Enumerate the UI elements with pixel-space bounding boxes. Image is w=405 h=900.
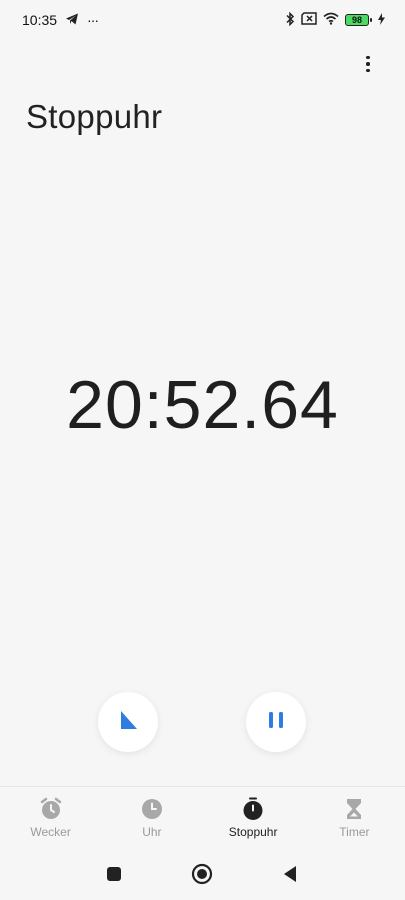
- tab-stoppuhr[interactable]: Stoppuhr: [203, 787, 304, 848]
- tab-uhr[interactable]: Uhr: [101, 787, 202, 848]
- back-button[interactable]: [276, 862, 304, 890]
- charging-icon: [378, 12, 385, 28]
- pause-button[interactable]: [246, 692, 306, 752]
- tab-label: Stoppuhr: [228, 825, 278, 839]
- status-bar: 10:35 ··· 98: [0, 0, 405, 40]
- tab-wecker[interactable]: Wecker: [0, 787, 101, 848]
- back-icon: [282, 865, 298, 888]
- telegram-icon: [65, 12, 79, 28]
- tab-timer[interactable]: Timer: [304, 787, 405, 848]
- home-icon: [191, 863, 213, 890]
- tab-label: Timer: [339, 825, 370, 839]
- lap-button[interactable]: [98, 692, 158, 752]
- home-button[interactable]: [188, 862, 216, 890]
- battery-icon: 98: [345, 14, 372, 26]
- flag-icon: [117, 709, 139, 736]
- stopwatch-time-display: 20:52.64: [66, 367, 339, 443]
- wifi-icon: [323, 12, 339, 28]
- sim-missing-icon: [301, 12, 317, 28]
- tab-label: Uhr: [142, 825, 162, 839]
- more-vert-icon[interactable]: [357, 52, 379, 76]
- page-title: Stoppuhr: [26, 98, 163, 135]
- tab-label: Wecker: [30, 825, 71, 839]
- recent-apps-button[interactable]: [100, 862, 128, 890]
- hourglass-icon: [341, 796, 367, 822]
- status-time: 10:35: [22, 12, 58, 28]
- stopwatch-icon: [240, 796, 266, 822]
- recent-apps-icon: [106, 866, 122, 887]
- alarm-icon: [38, 796, 64, 822]
- bottom-nav: Wecker Uhr Stoppuhr Timer: [0, 786, 405, 848]
- clock-icon: [139, 796, 165, 822]
- bluetooth-icon: [285, 11, 295, 29]
- status-right: 98: [285, 11, 385, 29]
- more-notifications-indicator: ···: [87, 12, 99, 28]
- status-left: 10:35 ···: [22, 12, 99, 28]
- pause-icon: [266, 710, 286, 735]
